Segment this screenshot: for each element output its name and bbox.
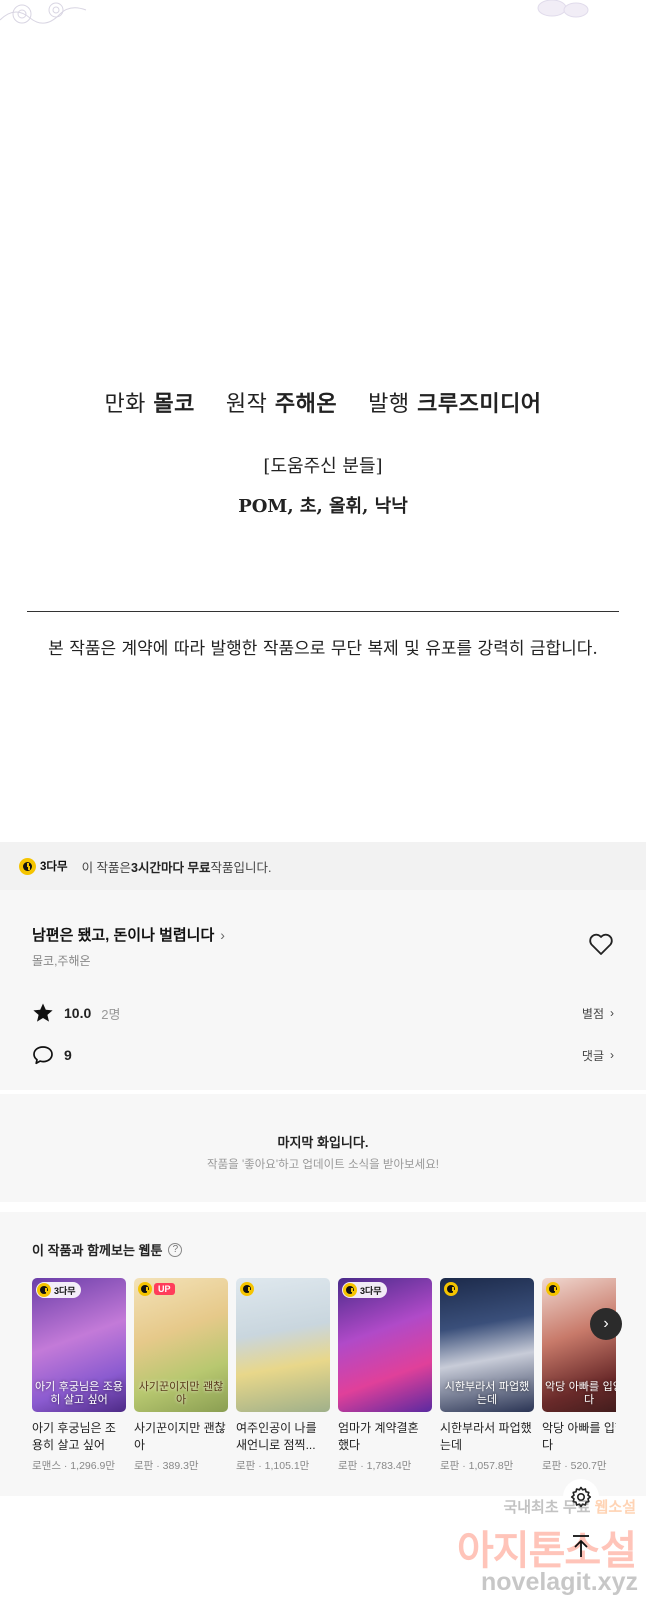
wait-free-badge: 3다무 — [36, 1282, 81, 1298]
thumbnail: UP 사기꾼이지만 괜찮아 — [134, 1278, 228, 1412]
recommendation-card[interactable]: 여주인공이 나를 새언니로 점찍... 로판 · 1,105.1만 — [236, 1278, 330, 1473]
flower-decoration-icon — [537, 0, 589, 18]
watermark: 국내최초 무료 웹소설 아지톤소설 novelagit.xyz — [438, 1496, 644, 1606]
series-title: 남편은 됐고, 돈이나 벌렵니다 — [32, 927, 215, 944]
last-episode-subtitle: 작품을 '좋아요'하고 업데이트 소식을 받아보세요! — [207, 1159, 439, 1171]
clock-icon — [240, 1282, 254, 1296]
recommendation-card[interactable]: 3다무 아기 후궁님은 조용히 살고 싶어 아기 후궁님은 조용히 살고 싶어 … — [32, 1278, 126, 1473]
watermark-line3: novelagit.xyz — [481, 1568, 638, 1596]
last-episode-notice: 마지막 화입니다. 작품을 '좋아요'하고 업데이트 소식을 받아보세요! — [0, 1094, 646, 1202]
carousel-next-button[interactable]: › — [590, 1308, 622, 1340]
card-clip: 악당 아빠를 입양했다 악당 아빠를 입했다 로판 · 520.7만 — [542, 1212, 616, 1496]
thumbnail: 악당 아빠를 입양했다 — [542, 1278, 616, 1412]
card-meta: 로맨스 · 1,296.9만 — [32, 1460, 116, 1472]
helpers-title: [도움주신 분들] — [263, 456, 383, 477]
free-info-suffix: 작품입니다. — [210, 860, 272, 875]
card-meta: 로판 · 1,057.8만 — [440, 1460, 514, 1472]
card-title: 악당 아빠를 입했다 — [542, 1421, 616, 1452]
copyright-notice: 본 작품은 계약에 따라 발행한 작품으로 무단 복제 및 유포를 강력히 금합… — [48, 639, 598, 659]
chevron-right-icon: › — [610, 1048, 614, 1062]
art-label: 만화 — [104, 392, 146, 417]
cover-title: 아기 후궁님은 조용히 살고 싶어 — [35, 1380, 123, 1406]
card-title: 사기꾼이지만 괜찮아 — [134, 1421, 226, 1452]
publisher-label: 발행 — [368, 392, 410, 417]
recommendation-card[interactable]: 3다무 엄마가 계약결혼 했다 로판 · 1,783.4만 — [338, 1278, 432, 1473]
card-title: 여주인공이 나를 새언니로 점찍... — [236, 1421, 317, 1452]
recommendations: 이 작품과 함께보는 웹툰 ? 3다무 아기 후궁님은 조용히 살고 싶어 아기… — [0, 1202, 646, 1496]
series-authors: 몰코,주해온 — [32, 954, 91, 968]
chevron-right-icon: › — [610, 1006, 614, 1020]
story-value: 주해온 — [274, 391, 338, 417]
card-title: 시한부라서 파업했는데 — [440, 1421, 532, 1452]
card-title: 엄마가 계약결혼 했다 — [338, 1421, 419, 1452]
clock-icon — [343, 1283, 357, 1297]
rating-link-label: 별점 — [581, 1006, 604, 1021]
thumbnail — [236, 1278, 330, 1412]
clock-icon — [37, 1283, 51, 1297]
recommendation-card[interactable]: 시한부라서 파업했는데 시한부라서 파업했는데 로판 · 1,057.8만 — [440, 1278, 534, 1473]
rating-value: 10.0 — [64, 1005, 92, 1021]
recommendation-card[interactable]: UP 사기꾼이지만 괜찮아 사기꾼이지만 괜찮아 로판 · 389.3만 — [134, 1278, 228, 1473]
clock-badge — [240, 1282, 254, 1296]
chevron-right-icon: › — [603, 1315, 609, 1332]
comic-last-panel: 만화 몰코 원작 주해온 발행 크루즈미디어 [도움주신 분들] POM, 초,… — [0, 0, 646, 842]
thumbnail: 3다무 아기 후궁님은 조용히 살고 싶어 — [32, 1278, 126, 1412]
series-info: 남편은 됐고, 돈이나 벌렵니다 › 몰코,주해온 10.0 2명 별점 › 9… — [0, 890, 646, 1090]
cover-title: 사기꾼이지만 괜찮아 — [138, 1380, 224, 1406]
publisher-value: 크루즈미디어 — [417, 391, 542, 417]
watermark-line2: 아지톤소설 — [457, 1529, 637, 1573]
wait-free-badge: 3다무 — [342, 1282, 387, 1298]
thumbnail: 시한부라서 파업했는데 — [440, 1278, 534, 1412]
wait-free-badge: 3다무 — [19, 857, 68, 875]
series-title-link[interactable]: 남편은 됐고, 돈이나 벌렵니다 › — [32, 924, 225, 945]
recommendations-heading-text: 이 작품과 함께보는 웹툰 — [32, 1243, 163, 1258]
clock-badge — [444, 1282, 458, 1296]
gear-icon — [570, 1486, 592, 1508]
cover-title: 시한부라서 파업했는데 — [444, 1380, 530, 1406]
settings-button[interactable] — [563, 1479, 599, 1515]
helpers-names: POM, 초, 올휘, 낙낙 — [238, 496, 408, 517]
art-value: 몰코 — [153, 391, 195, 417]
chevron-right-icon: › — [220, 926, 225, 943]
comments-row: 9 댓글 › — [32, 1044, 614, 1066]
last-episode-title: 마지막 화입니다. — [277, 1135, 369, 1150]
help-icon[interactable]: ? — [168, 1242, 183, 1257]
free-info-prefix: 이 작품은 — [81, 860, 132, 875]
comments-link[interactable]: 댓글 › — [582, 1047, 614, 1064]
comment-icon — [33, 1046, 53, 1065]
card-meta: 로판 · 520.7만 — [542, 1460, 607, 1472]
clock-icon — [138, 1282, 152, 1296]
card-title: 아기 후궁님은 조용히 살고 싶어 — [32, 1421, 116, 1452]
cover-title: 악당 아빠를 입양했다 — [545, 1380, 616, 1406]
comments-count: 9 — [64, 1047, 72, 1063]
rating-count: 2명 — [101, 1006, 121, 1022]
card-meta: 로판 · 1,105.1만 — [236, 1460, 310, 1472]
free-info-bar: 3다무 이 작품은 3시간마다 무료 작품입니다. — [0, 842, 646, 890]
credits-main: 만화 몰코 원작 주해온 발행 크루즈미디어 — [0, 386, 646, 418]
clock-icon — [444, 1282, 458, 1296]
recommendations-heading: 이 작품과 함께보는 웹툰 ? — [32, 1240, 183, 1259]
clock-icon — [546, 1282, 560, 1296]
clock-icon — [19, 857, 36, 875]
rating-row: 10.0 2명 별점 › — [32, 1002, 614, 1024]
thumbnail: 3다무 — [338, 1278, 432, 1412]
flower-decoration-icon — [0, 2, 87, 24]
heart-icon[interactable] — [588, 932, 614, 956]
clock-badge — [546, 1282, 560, 1296]
story-label: 원작 — [225, 392, 268, 417]
divider — [27, 611, 619, 612]
comments-link-label: 댓글 — [581, 1048, 604, 1063]
card-meta: 로판 · 389.3만 — [134, 1460, 199, 1472]
rating-link[interactable]: 별점 › — [582, 1005, 614, 1022]
star-icon — [33, 1003, 53, 1022]
wait-free-badge-label: 3다무 — [40, 861, 68, 873]
scroll-top-button[interactable] — [563, 1528, 599, 1564]
free-info-highlight: 3시간마다 무료 — [131, 860, 211, 875]
card-meta: 로판 · 1,783.4만 — [338, 1460, 412, 1472]
up-badge: UP — [138, 1282, 175, 1296]
arrow-up-icon — [573, 1535, 589, 1557]
